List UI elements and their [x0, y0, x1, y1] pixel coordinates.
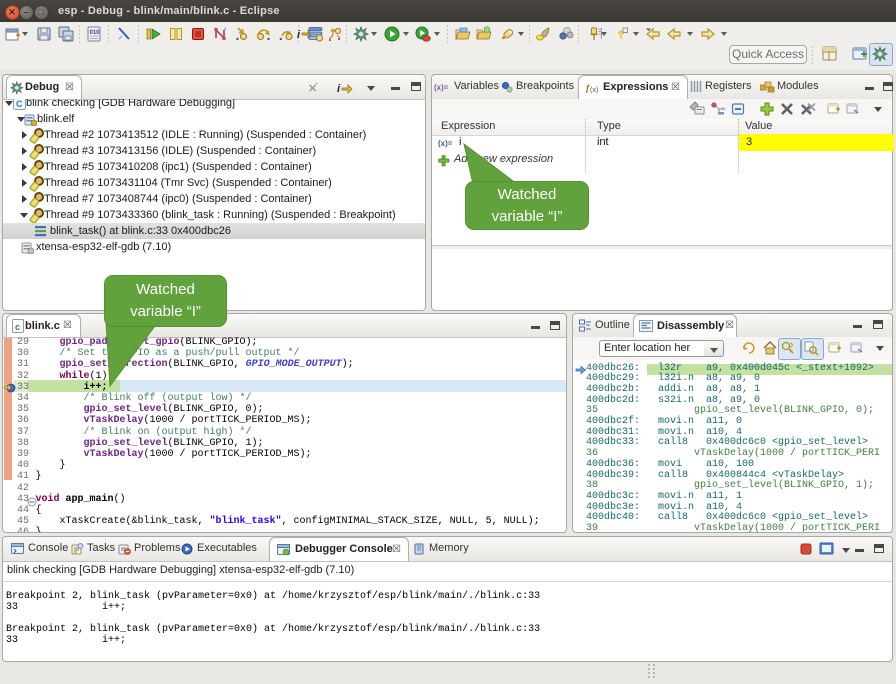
svg-text:i: i — [297, 29, 301, 41]
svg-text:i: i — [337, 83, 341, 95]
svg-text:(x)=: (x)= — [434, 83, 449, 92]
svg-text:010: 010 — [90, 30, 101, 36]
svg-text:c: c — [15, 322, 20, 332]
svg-text:(x)=: (x)= — [438, 139, 453, 148]
svg-text:*: * — [315, 81, 318, 90]
svg-text:(x): (x) — [590, 87, 598, 94]
svg-text:C: C — [16, 99, 23, 109]
